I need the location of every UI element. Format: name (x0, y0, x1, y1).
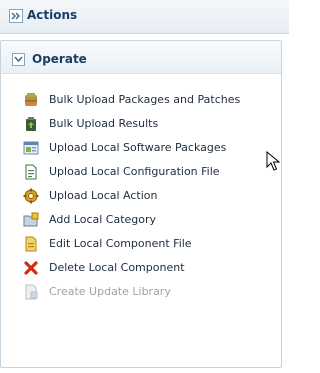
action-edit-component-file[interactable]: Edit Local Component File (1, 233, 281, 257)
library-icon (25, 284, 38, 300)
action-upload-configuration-file[interactable]: Upload Local Configuration File (1, 161, 281, 185)
action-bulk-upload-results[interactable]: Bulk Upload Results (1, 113, 281, 137)
action-label: Delete Local Component (49, 261, 185, 274)
double-chevron-right-icon (11, 12, 20, 20)
software-package-icon (23, 141, 39, 155)
operate-section-title: Operate (32, 52, 87, 66)
action-label: Create Update Library (49, 285, 171, 298)
action-bulk-upload-packages[interactable]: Bulk Upload Packages and Patches (1, 89, 281, 113)
action-label: Upload Local Action (49, 189, 158, 202)
action-label: Upload Local Software Packages (49, 141, 227, 154)
expand-panel-button[interactable] (9, 9, 23, 23)
action-label: Edit Local Component File (49, 237, 192, 250)
action-add-local-category[interactable]: Add Local Category (1, 209, 281, 233)
operate-section-header: Operate (1, 41, 281, 74)
actions-header: Actions (0, 0, 289, 34)
action-label: Add Local Category (49, 213, 157, 226)
action-upload-software-packages[interactable]: Upload Local Software Packages (1, 137, 281, 161)
chevron-down-icon (14, 56, 23, 63)
configuration-file-icon (25, 164, 37, 180)
action-label: Upload Local Configuration File (49, 165, 220, 178)
collapse-section-button[interactable] (12, 53, 25, 66)
operate-panel: Operate Bulk Upload Packages and Patches… (0, 40, 282, 368)
mouse-pointer-icon (266, 151, 280, 171)
delete-x-icon (24, 261, 38, 275)
action-label: Bulk Upload Results (49, 117, 159, 130)
action-delete-local-component[interactable]: Delete Local Component (1, 257, 281, 281)
actions-title: Actions (27, 8, 78, 22)
bulk-upload-icon (25, 93, 37, 106)
action-label: Bulk Upload Packages and Patches (49, 93, 241, 106)
add-folder-icon (23, 212, 39, 227)
edit-file-icon (25, 236, 37, 252)
upload-results-icon (26, 117, 36, 131)
action-create-update-library: Create Update Library (1, 281, 281, 305)
action-upload-local-action[interactable]: Upload Local Action (1, 185, 281, 209)
gear-icon (23, 188, 39, 204)
